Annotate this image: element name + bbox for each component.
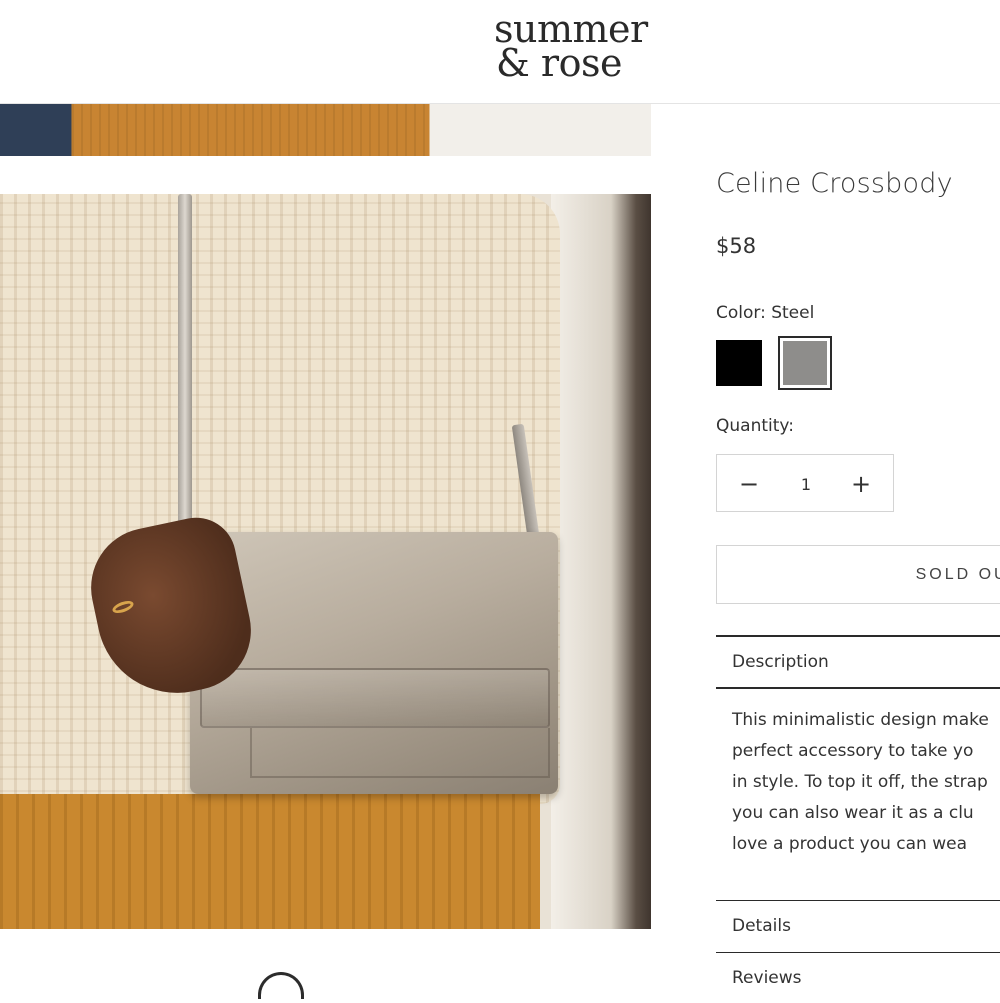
product-info-panel: Celine Crossbody $58 Color: Steel Quanti…	[716, 104, 1000, 999]
quantity-input[interactable]: 1	[779, 455, 833, 513]
pleated-skirt	[0, 794, 540, 929]
product-title: Celine Crossbody	[716, 168, 953, 199]
accordion-reviews-header[interactable]: Reviews	[716, 953, 1000, 1003]
accordion-details-header[interactable]: Details	[716, 901, 1000, 951]
product-image-top[interactable]	[0, 104, 651, 156]
accordion-details: Details	[716, 900, 1000, 951]
product-price: $58	[716, 234, 757, 258]
plus-icon[interactable]: +	[831, 455, 891, 513]
bag-flap	[200, 668, 550, 728]
site-header: summer & rose	[0, 0, 1000, 104]
color-label: Color: Steel	[716, 303, 815, 323]
color-swatch-steel-fill	[783, 341, 827, 385]
minus-icon[interactable]: −	[719, 455, 779, 513]
product-image-bottom-handle[interactable]	[258, 972, 304, 999]
bag-strap	[178, 194, 192, 544]
accordion-reviews: Reviews	[716, 952, 1000, 1003]
description-line: perfect accessory to take yo	[732, 741, 974, 761]
accordion-description: Description This minimalistic design mak…	[716, 635, 1000, 899]
sold-out-button[interactable]: SOLD OUT	[716, 545, 1000, 604]
description-line: This minimalistic design make	[732, 710, 989, 730]
quantity-label: Quantity:	[716, 416, 794, 436]
description-line: in style. To top it off, the strap	[732, 772, 988, 792]
product-image-main[interactable]	[0, 194, 651, 929]
description-line: you can also wear it as a clu	[732, 803, 974, 823]
crossbody-bag	[190, 532, 558, 794]
description-body: This minimalistic design make perfect ac…	[716, 687, 1000, 899]
bag-band	[250, 728, 550, 778]
background-wall	[551, 194, 651, 929]
description-line: love a product you can wea	[732, 834, 968, 854]
skirt-pleats-decor	[72, 104, 432, 156]
product-gallery	[0, 104, 651, 999]
brand-logo[interactable]: summer & rose	[494, 10, 648, 85]
color-swatch-black[interactable]	[716, 340, 762, 386]
logo-line-2: & rose	[496, 41, 622, 85]
color-swatch-steel[interactable]	[778, 336, 832, 390]
accordion-description-header[interactable]: Description	[716, 637, 1000, 687]
quantity-stepper: − 1 +	[716, 454, 894, 512]
